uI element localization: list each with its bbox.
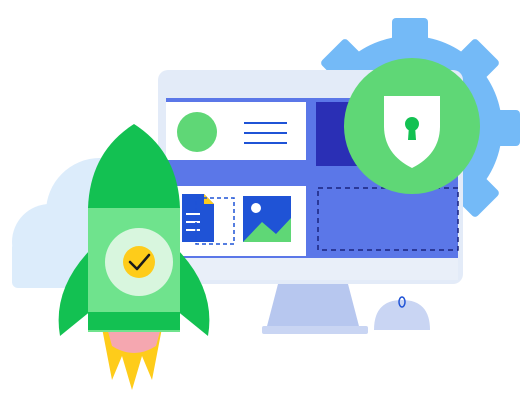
image-icon	[243, 196, 291, 242]
mouse-icon	[374, 296, 430, 330]
checkmark-icon	[123, 246, 155, 278]
illustration	[0, 0, 521, 398]
shield-lock-icon	[344, 58, 480, 194]
security-launch-illustration	[12, 18, 520, 390]
avatar-circle-icon	[177, 112, 217, 152]
document-icon	[182, 194, 214, 242]
